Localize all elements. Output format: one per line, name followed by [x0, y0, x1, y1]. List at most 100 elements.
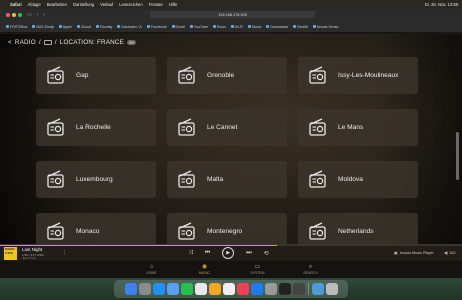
station-name: Netherlands: [338, 228, 374, 235]
play-button[interactable]: ▶: [222, 247, 235, 259]
station-card[interactable]: Montenegro: [167, 213, 287, 244]
safari-icon[interactable]: [152, 283, 165, 295]
station-name: Grenoble: [207, 72, 235, 79]
radio-icon: [47, 118, 64, 136]
bookmark-icon: [96, 25, 100, 28]
radio-icon: [309, 66, 326, 84]
bookmark-label: Gmail: [175, 24, 185, 29]
bookmark-item[interactable]: NAS Emaji: [32, 25, 54, 29]
bookmark-item[interactable]: Gmail: [171, 24, 185, 29]
station-card[interactable]: Gap: [36, 57, 156, 94]
menu-darstellung[interactable]: Darstellung: [73, 2, 94, 7]
menu-app-name[interactable]: Safari: [10, 2, 22, 7]
menu-ablage[interactable]: Ablage: [28, 2, 41, 7]
bookmark-item[interactable]: Facebook: [146, 25, 167, 29]
station-name: Gap: [76, 72, 89, 79]
url-bar[interactable]: 192.168.178.109: [150, 11, 315, 18]
menu-fenster[interactable]: Fenster: [149, 2, 163, 7]
nav-system[interactable]: ▭ SYSTEM: [244, 261, 272, 278]
nav-home[interactable]: ⌂ HOME: [138, 261, 166, 278]
bookmark-icon: [293, 25, 297, 28]
playback-progress[interactable]: [0, 245, 462, 246]
page-scrollbar[interactable]: [456, 132, 459, 180]
station-name: Le Cannet: [207, 124, 238, 131]
messages-icon[interactable]: [180, 283, 193, 295]
bookmark-item[interactable]: Dashcam / A: [117, 25, 142, 29]
sidebar-icon[interactable]: ▭: [27, 12, 32, 18]
next-track-icon[interactable]: ⏭: [246, 250, 251, 257]
nav-search[interactable]: ⌕ SEARCH: [297, 261, 325, 278]
music-app-icon[interactable]: [236, 283, 249, 295]
bookmark-icon: [171, 25, 175, 28]
bookmark-item[interactable]: YouTube: [189, 24, 209, 29]
radio-icon: [47, 222, 64, 240]
bookmark-item[interactable]: Apple: [58, 25, 72, 29]
forward-arrow-icon[interactable]: ›: [43, 12, 45, 18]
finder-icon[interactable]: [124, 283, 137, 295]
back-button[interactable]: <: [8, 39, 12, 46]
bookmark-item[interactable]: Roonity: [96, 25, 112, 29]
station-name: Montenegro: [207, 228, 243, 235]
downloads-folder-icon[interactable]: [311, 283, 324, 295]
trash-icon[interactable]: [325, 283, 338, 295]
menubar-clock[interactable]: Di. 26. Nov. 13:59: [425, 2, 458, 7]
notes-icon[interactable]: [222, 283, 235, 295]
bookmark-item[interactable]: FRITZ!Box: [6, 25, 27, 29]
station-card[interactable]: Grenoble: [167, 57, 287, 94]
station-card[interactable]: Le Cannet: [167, 109, 287, 146]
more-options-icon[interactable]: ⋮: [62, 250, 67, 256]
output-device[interactable]: ▣ Innuos Music Player: [394, 250, 434, 256]
calendar-icon[interactable]: [194, 283, 207, 295]
nav-music[interactable]: ◉ MUSIC: [191, 261, 219, 278]
browser-toolbar: ▭ ‹ › 192.168.178.109 FRITZ!Box NAS Emaj…: [0, 9, 462, 33]
station-card[interactable]: Netherlands: [298, 213, 418, 244]
breadcrumb-radio[interactable]: RADIO: [15, 39, 36, 46]
station-name: Monaco: [76, 228, 100, 235]
zoom-window-button[interactable]: [18, 13, 22, 17]
bookmark-item[interactable]: Downloads: [266, 25, 288, 29]
bookmark-label: Music: [252, 24, 262, 29]
system-settings-icon[interactable]: [264, 283, 277, 295]
bookmark-label: YouTube: [193, 24, 209, 29]
station-card[interactable]: Malta: [167, 161, 287, 198]
bookmark-item[interactable]: Wi-Fi: [230, 25, 243, 29]
terminal-icon[interactable]: [292, 283, 305, 295]
bookmark-label: Roonity: [100, 24, 113, 29]
bookmark-label: Roon: [217, 24, 226, 29]
close-window-button[interactable]: [6, 13, 10, 17]
mail-icon[interactable]: [166, 283, 179, 295]
menu-lesezeichen[interactable]: Lesezeichen: [119, 2, 143, 7]
station-name: Luxembourg: [76, 176, 113, 183]
bookmark-item[interactable]: Music: [248, 25, 261, 29]
station-card[interactable]: Issy-Les-Moulineaux: [298, 57, 418, 94]
station-card[interactable]: La Rochelle: [36, 109, 156, 146]
bookmark-icon: [248, 25, 252, 28]
repeat-icon[interactable]: ⟲: [264, 250, 269, 257]
back-arrow-icon[interactable]: ‹: [37, 12, 39, 18]
bookmark-item[interactable]: Roon: [213, 25, 226, 29]
volume-icon: ◀): [444, 251, 449, 255]
station-card[interactable]: Le Mans: [298, 109, 418, 146]
station-card[interactable]: Luxembourg: [36, 161, 156, 198]
volume-control[interactable]: ◀) 100: [444, 250, 456, 256]
photos-icon[interactable]: [208, 283, 221, 295]
bookmark-icon: [266, 25, 270, 28]
launchpad-icon[interactable]: [138, 283, 151, 295]
shuffle-icon[interactable]: ⤨: [188, 250, 193, 257]
nav-label: SEARCH: [303, 271, 318, 275]
menu-hilfe[interactable]: Hilfe: [169, 2, 177, 7]
bookmark-item[interactable]: Reddit: [293, 25, 308, 29]
station-card[interactable]: Moldova: [298, 161, 418, 198]
bookmark-item[interactable]: iCloud: [76, 25, 91, 29]
menu-verlauf[interactable]: Verlauf: [100, 2, 113, 7]
bookmark-icon: [146, 25, 150, 28]
station-card[interactable]: Monaco: [36, 213, 156, 244]
previous-track-icon[interactable]: ⏮: [205, 250, 210, 257]
menu-bearbeiten[interactable]: Bearbeiten: [47, 2, 67, 7]
innuos-app-icon[interactable]: [278, 283, 291, 295]
app-store-icon[interactable]: [250, 283, 263, 295]
bookmark-item[interactable]: Innuos Sense: [312, 25, 339, 29]
minimize-window-button[interactable]: [12, 13, 16, 17]
album-art[interactable]: RADIO 2 90S: [4, 247, 17, 260]
track-title: Last Night: [22, 247, 43, 252]
